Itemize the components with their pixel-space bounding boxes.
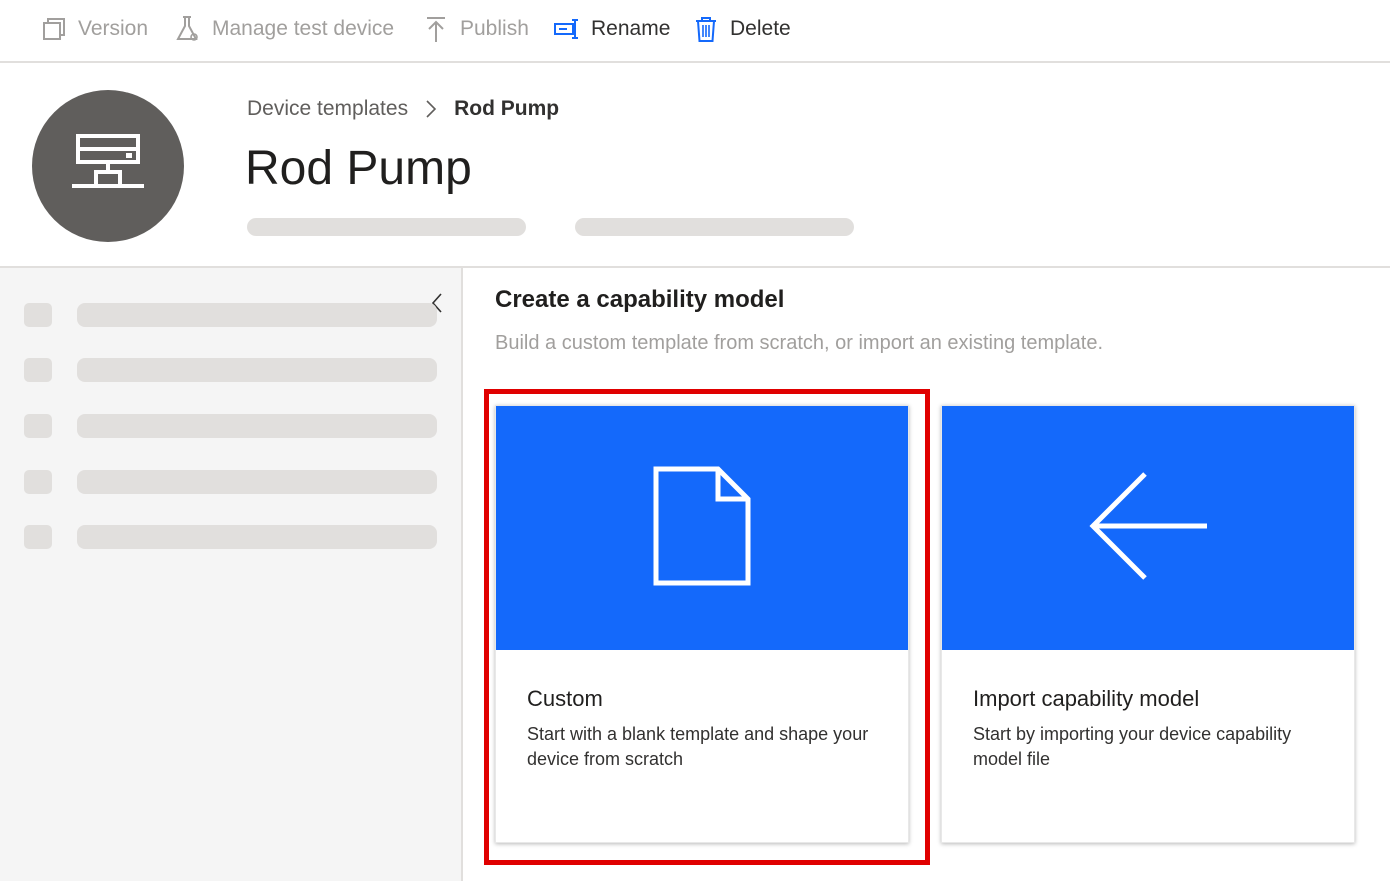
template-header: Device templates Rod Pump Rod Pump (0, 65, 1390, 268)
section-title: Create a capability model (495, 286, 785, 313)
nav-skeleton-row (24, 303, 438, 327)
device-network-icon (70, 132, 146, 201)
card-hero (942, 406, 1354, 650)
breadcrumb-device-templates[interactable]: Device templates (247, 97, 408, 121)
version-icon (40, 15, 68, 43)
breadcrumb-current: Rod Pump (454, 97, 560, 120)
arrow-left-icon (1087, 470, 1209, 587)
publish-icon (422, 15, 450, 43)
card-title: Import capability model (973, 686, 1200, 711)
manage-test-device-label: Manage test device (212, 17, 395, 40)
rename-icon (553, 15, 581, 43)
publish-label: Publish (460, 17, 529, 40)
version-label: Version (78, 17, 149, 40)
card-description: Start by importing your device capabilit… (973, 724, 1292, 769)
flask-icon (174, 15, 202, 43)
rename-button[interactable]: Rename (553, 12, 670, 46)
version-button[interactable]: Version (40, 12, 148, 46)
trash-icon (692, 15, 720, 43)
rename-label: Rename (591, 17, 671, 40)
delete-label: Delete (730, 17, 791, 40)
import-capability-model-card[interactable]: Import capability model Start by importi… (941, 405, 1355, 843)
loading-placeholder (247, 218, 526, 236)
nav-skeleton-row (24, 414, 438, 438)
page-title: Rod Pump (245, 142, 472, 195)
nav-skeleton-row (24, 358, 438, 382)
breadcrumb: Device templates Rod Pump (247, 97, 559, 121)
left-nav-panel (0, 268, 463, 881)
chevron-right-icon (416, 99, 446, 119)
publish-button[interactable]: Publish (422, 12, 529, 46)
command-bar: Version Manage test device Publish Renam… (0, 0, 1390, 63)
device-avatar (32, 90, 184, 242)
delete-button[interactable]: Delete (692, 12, 791, 46)
nav-skeleton-row (24, 470, 438, 494)
loading-placeholder (575, 218, 854, 236)
selection-highlight (484, 389, 930, 865)
manage-test-device-button[interactable]: Manage test device (174, 12, 394, 46)
nav-skeleton-row (24, 525, 438, 549)
section-subtitle: Build a custom template from scratch, or… (495, 332, 1104, 354)
